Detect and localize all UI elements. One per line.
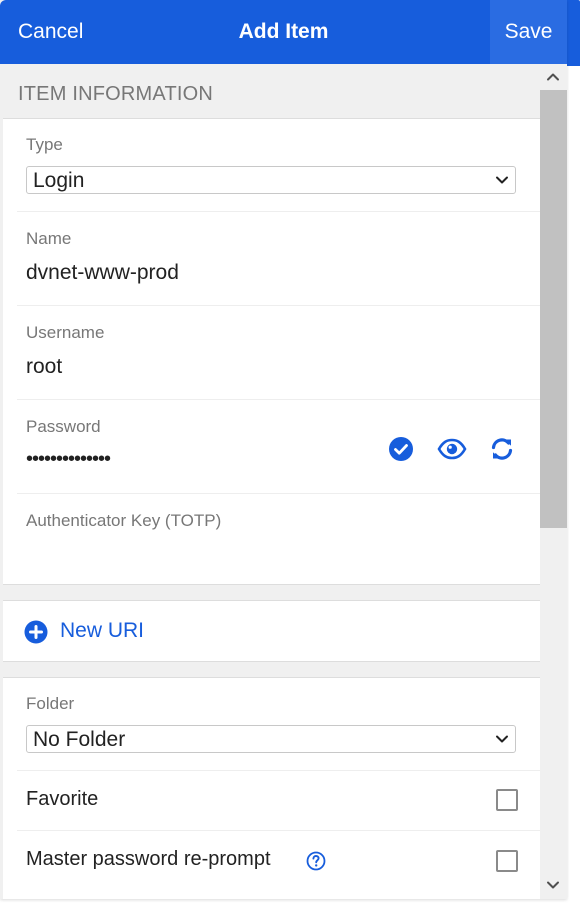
folder-select[interactable]: No Folder — [26, 725, 516, 753]
save-button[interactable]: Save — [490, 0, 567, 64]
main-content: ITEM INFORMATION Type Login Name dvnet-w… — [0, 64, 540, 899]
favorite-label: Favorite — [26, 788, 99, 810]
generate-password-icon[interactable] — [489, 436, 515, 462]
eye-icon[interactable] — [437, 438, 467, 460]
page-title: Add Item — [238, 20, 329, 43]
type-select[interactable]: Login — [26, 166, 516, 194]
window-edge-accent — [567, 0, 580, 66]
totp-label: Authenticator Key (TOTP) — [26, 511, 222, 530]
new-uri-label: New URI — [60, 619, 145, 642]
chevron-down-icon — [496, 176, 508, 184]
uri-box: New URI — [3, 600, 540, 662]
type-row: Type Login — [17, 119, 540, 212]
name-label: Name — [26, 229, 72, 248]
popup-frame: Cancel Add Item Save ITEM INFORMATION Ty… — [0, 0, 567, 899]
help-icon[interactable] — [306, 851, 326, 871]
scroll-up-icon[interactable] — [546, 70, 560, 84]
reprompt-label: Master password re-prompt — [26, 848, 271, 870]
username-label: Username — [26, 323, 105, 342]
name-row: Name dvnet-www-prod — [17, 212, 540, 306]
password-row: Password •••••••••••••• — [17, 400, 540, 494]
favorite-row: Favorite — [17, 771, 540, 831]
name-field[interactable]: dvnet-www-prod — [26, 261, 179, 285]
favorite-checkbox[interactable] — [496, 789, 518, 811]
username-field[interactable]: root — [26, 355, 62, 379]
folder-row: Folder No Folder — [17, 678, 540, 771]
folder-select-value: No Folder — [33, 728, 126, 751]
username-row: Username root — [17, 306, 540, 400]
options-box: Folder No Folder Favorite Master passwor… — [3, 677, 540, 899]
totp-row: Authenticator Key (TOTP) — [17, 494, 540, 586]
scroll-down-icon[interactable] — [546, 878, 560, 892]
type-label: Type — [26, 135, 63, 154]
plus-circle-icon — [24, 620, 48, 644]
window-edge — [567, 0, 580, 907]
folder-label: Folder — [26, 694, 75, 713]
reprompt-row: Master password re-prompt — [17, 831, 540, 891]
chevron-down-icon — [496, 735, 508, 743]
item-information-box: Type Login Name dvnet-www-prod Username … — [3, 118, 540, 585]
scrollbar-thumb[interactable] — [540, 90, 567, 528]
type-select-value: Login — [33, 169, 85, 192]
password-label: Password — [26, 417, 101, 436]
section-title-item-information: ITEM INFORMATION — [18, 83, 214, 105]
scrollbar[interactable] — [540, 64, 567, 899]
check-password-icon[interactable] — [388, 436, 414, 462]
app-header: Cancel Add Item Save — [0, 0, 567, 64]
reprompt-checkbox[interactable] — [496, 850, 518, 872]
password-field[interactable]: •••••••••••••• — [26, 448, 111, 471]
window-bottom-edge — [0, 899, 580, 907]
